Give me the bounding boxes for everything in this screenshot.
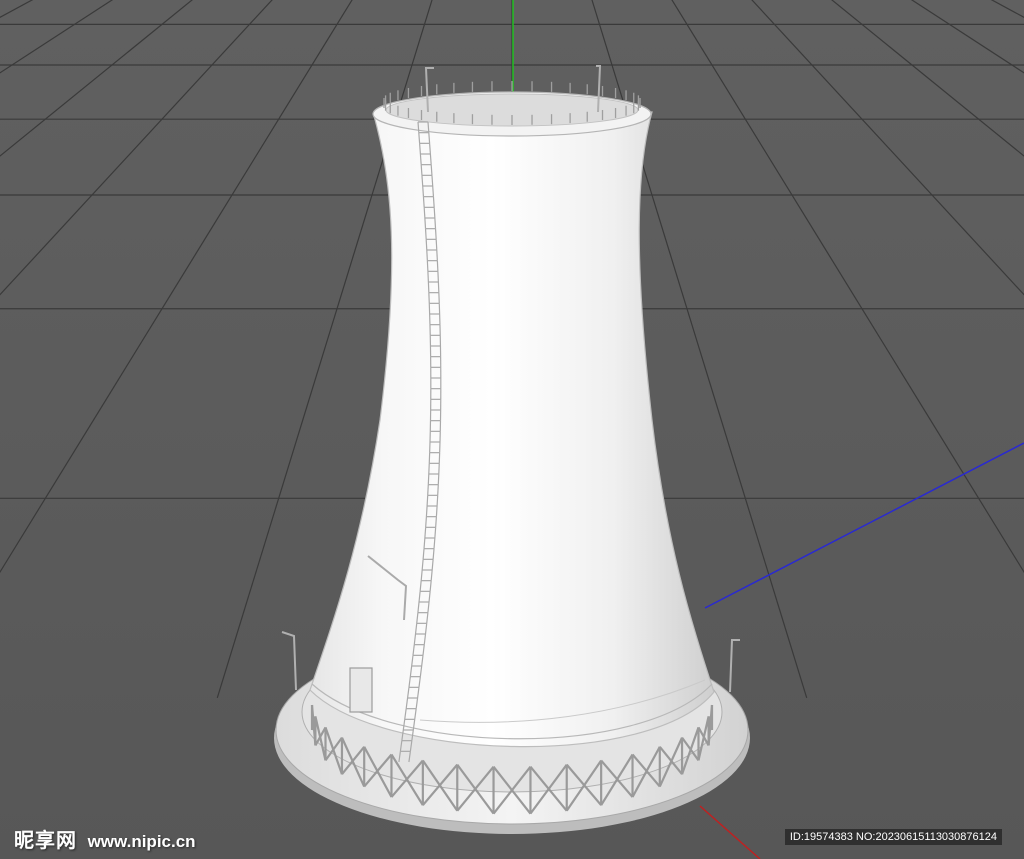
ladder-rail	[430, 164, 433, 176]
ladder-rail	[429, 143, 431, 155]
grid-line	[0, 0, 279, 698]
ladder-rail	[422, 196, 425, 208]
grid-line	[990, 0, 1024, 19]
ladder-rail	[432, 196, 435, 208]
ladder-rail	[420, 164, 423, 176]
ladder-rail	[425, 505, 428, 517]
ladder-rail	[417, 121, 420, 133]
ladder-rail	[436, 495, 439, 507]
ladder-rail	[425, 516, 427, 528]
ladder-rail	[419, 143, 421, 155]
ladder-rail	[424, 527, 427, 539]
ladder-rail	[436, 249, 438, 261]
watermark-logo-text: 昵享网	[14, 830, 77, 852]
grid-line	[722, 0, 1024, 698]
grid-line	[792, 0, 1024, 698]
grid-line	[0, 0, 209, 698]
grid-line	[0, 0, 302, 698]
ladder-rail	[435, 505, 438, 517]
ladder-rail	[422, 185, 425, 197]
ladder-rail	[428, 132, 431, 144]
grid-line	[910, 0, 1024, 74]
top-rim	[372, 91, 652, 137]
ladder-rail	[419, 153, 422, 165]
ladder-rail	[426, 260, 429, 272]
ladder-rail	[437, 473, 440, 485]
ladder-rail	[433, 207, 436, 219]
ladder-rail	[427, 121, 430, 133]
grid-line	[815, 0, 1024, 698]
ladder-rail	[426, 495, 429, 507]
ladder-rail	[434, 217, 437, 229]
ladder-rail	[423, 537, 426, 549]
watermark-id: ID:19574383 NO:20230615113030876124	[784, 829, 1002, 845]
watermark-site: www.nipic.cn	[87, 832, 196, 851]
grid-line	[0, 0, 185, 698]
grid-line	[0, 0, 349, 698]
grid-line	[0, 0, 34, 19]
grid-line	[675, 0, 1024, 698]
ladder-rail	[431, 175, 434, 187]
grid-line	[769, 0, 1024, 698]
x-axis-line	[699, 805, 761, 859]
tower-shell	[309, 111, 715, 748]
ladder-rail	[429, 153, 432, 165]
grid-line	[745, 0, 1024, 698]
access-panel	[349, 667, 373, 713]
ladder-rail	[435, 516, 437, 528]
grid-line	[839, 0, 1024, 698]
ladder-rail	[421, 175, 424, 187]
ladder-rail	[434, 527, 437, 539]
ladder-rail	[436, 260, 439, 272]
grid-line	[699, 0, 1024, 698]
ladder-rail	[427, 473, 430, 485]
z-axis-line	[704, 442, 1024, 609]
ladder-rail	[425, 239, 428, 251]
ladder-rail	[427, 484, 429, 496]
ladder-rail	[424, 217, 427, 229]
grid-line	[0, 0, 255, 698]
ladder-rail	[418, 132, 421, 144]
ladder-rail	[424, 228, 427, 240]
watermark-logo: 昵享网 www.nipic.cn	[14, 824, 196, 853]
ladder-rail	[432, 185, 435, 197]
grid-line	[0, 0, 325, 698]
ladder-rail	[435, 239, 438, 251]
viewport-scene	[0, 0, 1024, 859]
grid-line	[0, 0, 232, 698]
ladder-rail	[423, 207, 426, 219]
ladder-rail	[437, 484, 439, 496]
ladder-rail	[434, 228, 437, 240]
ladder-rail	[426, 249, 428, 261]
3d-viewport[interactable]: 昵享网 www.nipic.cn ID:19574383 NO:20230615…	[0, 0, 1024, 859]
ladder-rail	[433, 537, 436, 549]
grid-line	[0, 0, 114, 74]
